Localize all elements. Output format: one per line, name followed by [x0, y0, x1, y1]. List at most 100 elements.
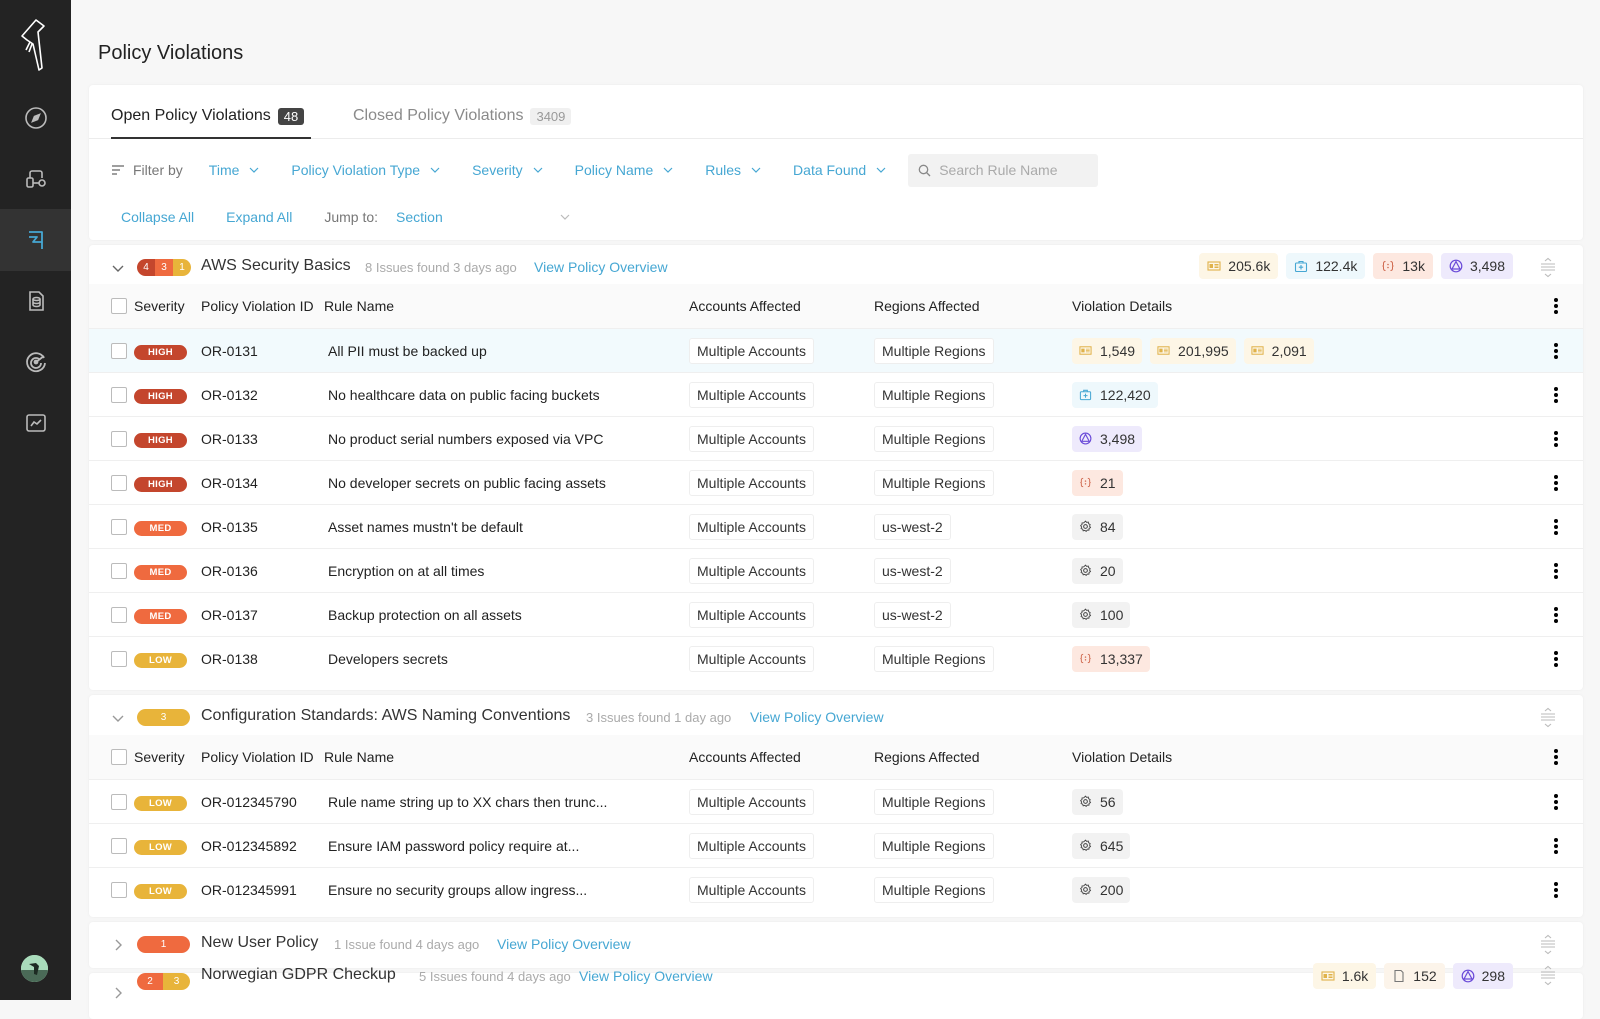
row-more-options-icon[interactable]	[1553, 386, 1559, 404]
rule-name[interactable]: No developer secrets on public facing as…	[328, 475, 606, 491]
col-severity[interactable]: Severity	[134, 298, 185, 314]
table-row[interactable]: MED OR-0136 Encryption on at all times M…	[89, 548, 1583, 592]
filter-violation-type-dropdown[interactable]: Policy Violation Type	[291, 162, 440, 178]
col-regions[interactable]: Regions Affected	[874, 298, 980, 314]
violation-detail-chip[interactable]: 122,420	[1072, 381, 1158, 408]
drag-handle-icon[interactable]	[1539, 257, 1557, 279]
rule-name[interactable]: No product serial numbers exposed via VP…	[328, 431, 603, 447]
row-more-options-icon[interactable]	[1553, 342, 1559, 360]
view-policy-overview-link[interactable]: View Policy Overview	[579, 968, 713, 984]
chevron-down-icon[interactable]	[111, 711, 125, 725]
user-avatar[interactable]	[21, 955, 48, 982]
rule-name[interactable]: Ensure no security groups allow ingress.…	[328, 882, 587, 898]
table-row[interactable]: HIGH OR-0133 No product serial numbers e…	[89, 416, 1583, 460]
sidebar-item-data[interactable]	[0, 270, 71, 332]
col-violation-id[interactable]: Policy Violation ID	[201, 298, 314, 314]
table-row[interactable]: HIGH OR-0131 All PII must be backed up M…	[89, 328, 1583, 372]
col-rule-name[interactable]: Rule Name	[324, 749, 394, 765]
more-options-icon[interactable]	[1553, 748, 1559, 766]
sidebar-item-policy-violations[interactable]	[0, 209, 71, 271]
violation-detail-chip[interactable]: 645	[1072, 832, 1131, 859]
violation-id[interactable]: OR-0138	[201, 651, 258, 667]
view-policy-overview-link[interactable]: View Policy Overview	[534, 259, 668, 275]
sidebar-item-analytics[interactable]	[0, 392, 71, 454]
more-options-icon[interactable]	[1553, 297, 1559, 315]
violation-detail-chip[interactable]: 21	[1072, 469, 1123, 496]
drag-handle-icon[interactable]	[1539, 965, 1557, 987]
drag-handle-icon[interactable]	[1539, 707, 1557, 729]
rule-name[interactable]: Developers secrets	[328, 651, 448, 667]
violation-id[interactable]: OR-0135	[201, 519, 258, 535]
col-accounts[interactable]: Accounts Affected	[689, 298, 801, 314]
section-header[interactable]: 2 3 Norwegian GDPR Checkup 5 Issues foun…	[89, 963, 1583, 1019]
violation-id[interactable]: OR-0133	[201, 431, 258, 447]
rule-name[interactable]: Backup protection on all assets	[328, 607, 522, 623]
row-more-options-icon[interactable]	[1553, 518, 1559, 536]
violation-detail-chip[interactable]: 100	[1072, 601, 1131, 628]
select-all-checkbox[interactable]	[111, 749, 127, 765]
row-more-options-icon[interactable]	[1553, 793, 1559, 811]
tab-closed-violations[interactable]: Closed Policy Violations 3409	[353, 107, 572, 125]
rule-name[interactable]: Encryption on at all times	[328, 563, 484, 579]
filter-severity-dropdown[interactable]: Severity	[472, 162, 543, 178]
violation-detail-chip[interactable]: 3,498	[1072, 425, 1143, 452]
table-row[interactable]: LOW OR-012345790 Rule name string up to …	[89, 779, 1583, 823]
collapse-all-button[interactable]: Collapse All	[121, 209, 194, 225]
select-all-checkbox[interactable]	[111, 298, 127, 314]
violation-detail-chip[interactable]: 2,091	[1243, 337, 1314, 364]
violation-id[interactable]: OR-0137	[201, 607, 258, 623]
rule-name[interactable]: Ensure IAM password policy require at...	[328, 838, 579, 854]
sidebar-item-integrations[interactable]	[0, 148, 71, 210]
view-policy-overview-link[interactable]: View Policy Overview	[750, 709, 884, 725]
violation-id[interactable]: OR-012345892	[201, 838, 297, 854]
logo-bird-icon[interactable]	[18, 14, 54, 74]
row-checkbox[interactable]	[111, 386, 127, 403]
row-checkbox[interactable]	[111, 606, 127, 623]
jump-to-section-select[interactable]: Section	[396, 209, 570, 225]
violation-detail-chip[interactable]: 200	[1072, 876, 1131, 903]
col-violation-details[interactable]: Violation Details	[1072, 749, 1172, 765]
row-more-options-icon[interactable]	[1553, 650, 1559, 668]
violation-detail-chip[interactable]: 201,995	[1150, 337, 1236, 364]
col-regions[interactable]: Regions Affected	[874, 749, 980, 765]
expand-all-button[interactable]: Expand All	[226, 209, 292, 225]
drag-handle-icon[interactable]	[1539, 934, 1557, 956]
violation-detail-chip[interactable]: 20	[1072, 557, 1123, 584]
rule-name[interactable]: All PII must be backed up	[328, 343, 487, 359]
tab-open-violations[interactable]: Open Policy Violations 48	[111, 107, 305, 125]
col-violation-details[interactable]: Violation Details	[1072, 298, 1172, 314]
violation-id[interactable]: OR-0136	[201, 563, 258, 579]
section-header[interactable]: 1 New User Policy 1 Issue found 4 days a…	[89, 922, 1583, 968]
violation-id[interactable]: OR-0131	[201, 343, 258, 359]
violation-detail-chip[interactable]: 84	[1072, 513, 1123, 540]
row-checkbox[interactable]	[111, 881, 127, 898]
row-checkbox[interactable]	[111, 562, 127, 579]
rule-name[interactable]: No healthcare data on public facing buck…	[328, 387, 600, 403]
col-rule-name[interactable]: Rule Name	[324, 298, 394, 314]
violation-detail-chip[interactable]: 13,337	[1072, 645, 1150, 672]
row-checkbox[interactable]	[111, 793, 127, 810]
violation-detail-chip[interactable]: 56	[1072, 788, 1123, 815]
table-row[interactable]: LOW OR-012345991 Ensure no security grou…	[89, 867, 1583, 911]
row-checkbox[interactable]	[111, 474, 127, 491]
violation-id[interactable]: OR-0132	[201, 387, 258, 403]
row-checkbox[interactable]	[111, 342, 127, 359]
table-row[interactable]: LOW OR-012345892 Ensure IAM password pol…	[89, 823, 1583, 867]
sidebar-item-risk[interactable]	[0, 331, 71, 393]
row-more-options-icon[interactable]	[1553, 606, 1559, 624]
row-checkbox[interactable]	[111, 650, 127, 667]
row-checkbox[interactable]	[111, 837, 127, 854]
row-more-options-icon[interactable]	[1553, 562, 1559, 580]
view-policy-overview-link[interactable]: View Policy Overview	[497, 936, 631, 952]
violation-detail-chip[interactable]: 1,549	[1072, 337, 1143, 364]
row-more-options-icon[interactable]	[1553, 837, 1559, 855]
chevron-down-icon[interactable]	[111, 261, 125, 275]
violation-id[interactable]: OR-012345991	[201, 882, 297, 898]
rule-name[interactable]: Rule name string up to XX chars then tru…	[328, 794, 607, 810]
chevron-right-icon[interactable]	[111, 986, 125, 1000]
rule-name[interactable]: Asset names mustn't be default	[328, 519, 523, 535]
row-more-options-icon[interactable]	[1553, 430, 1559, 448]
col-violation-id[interactable]: Policy Violation ID	[201, 749, 314, 765]
filter-rules-dropdown[interactable]: Rules	[705, 162, 761, 178]
sidebar-item-discover[interactable]	[0, 87, 71, 149]
